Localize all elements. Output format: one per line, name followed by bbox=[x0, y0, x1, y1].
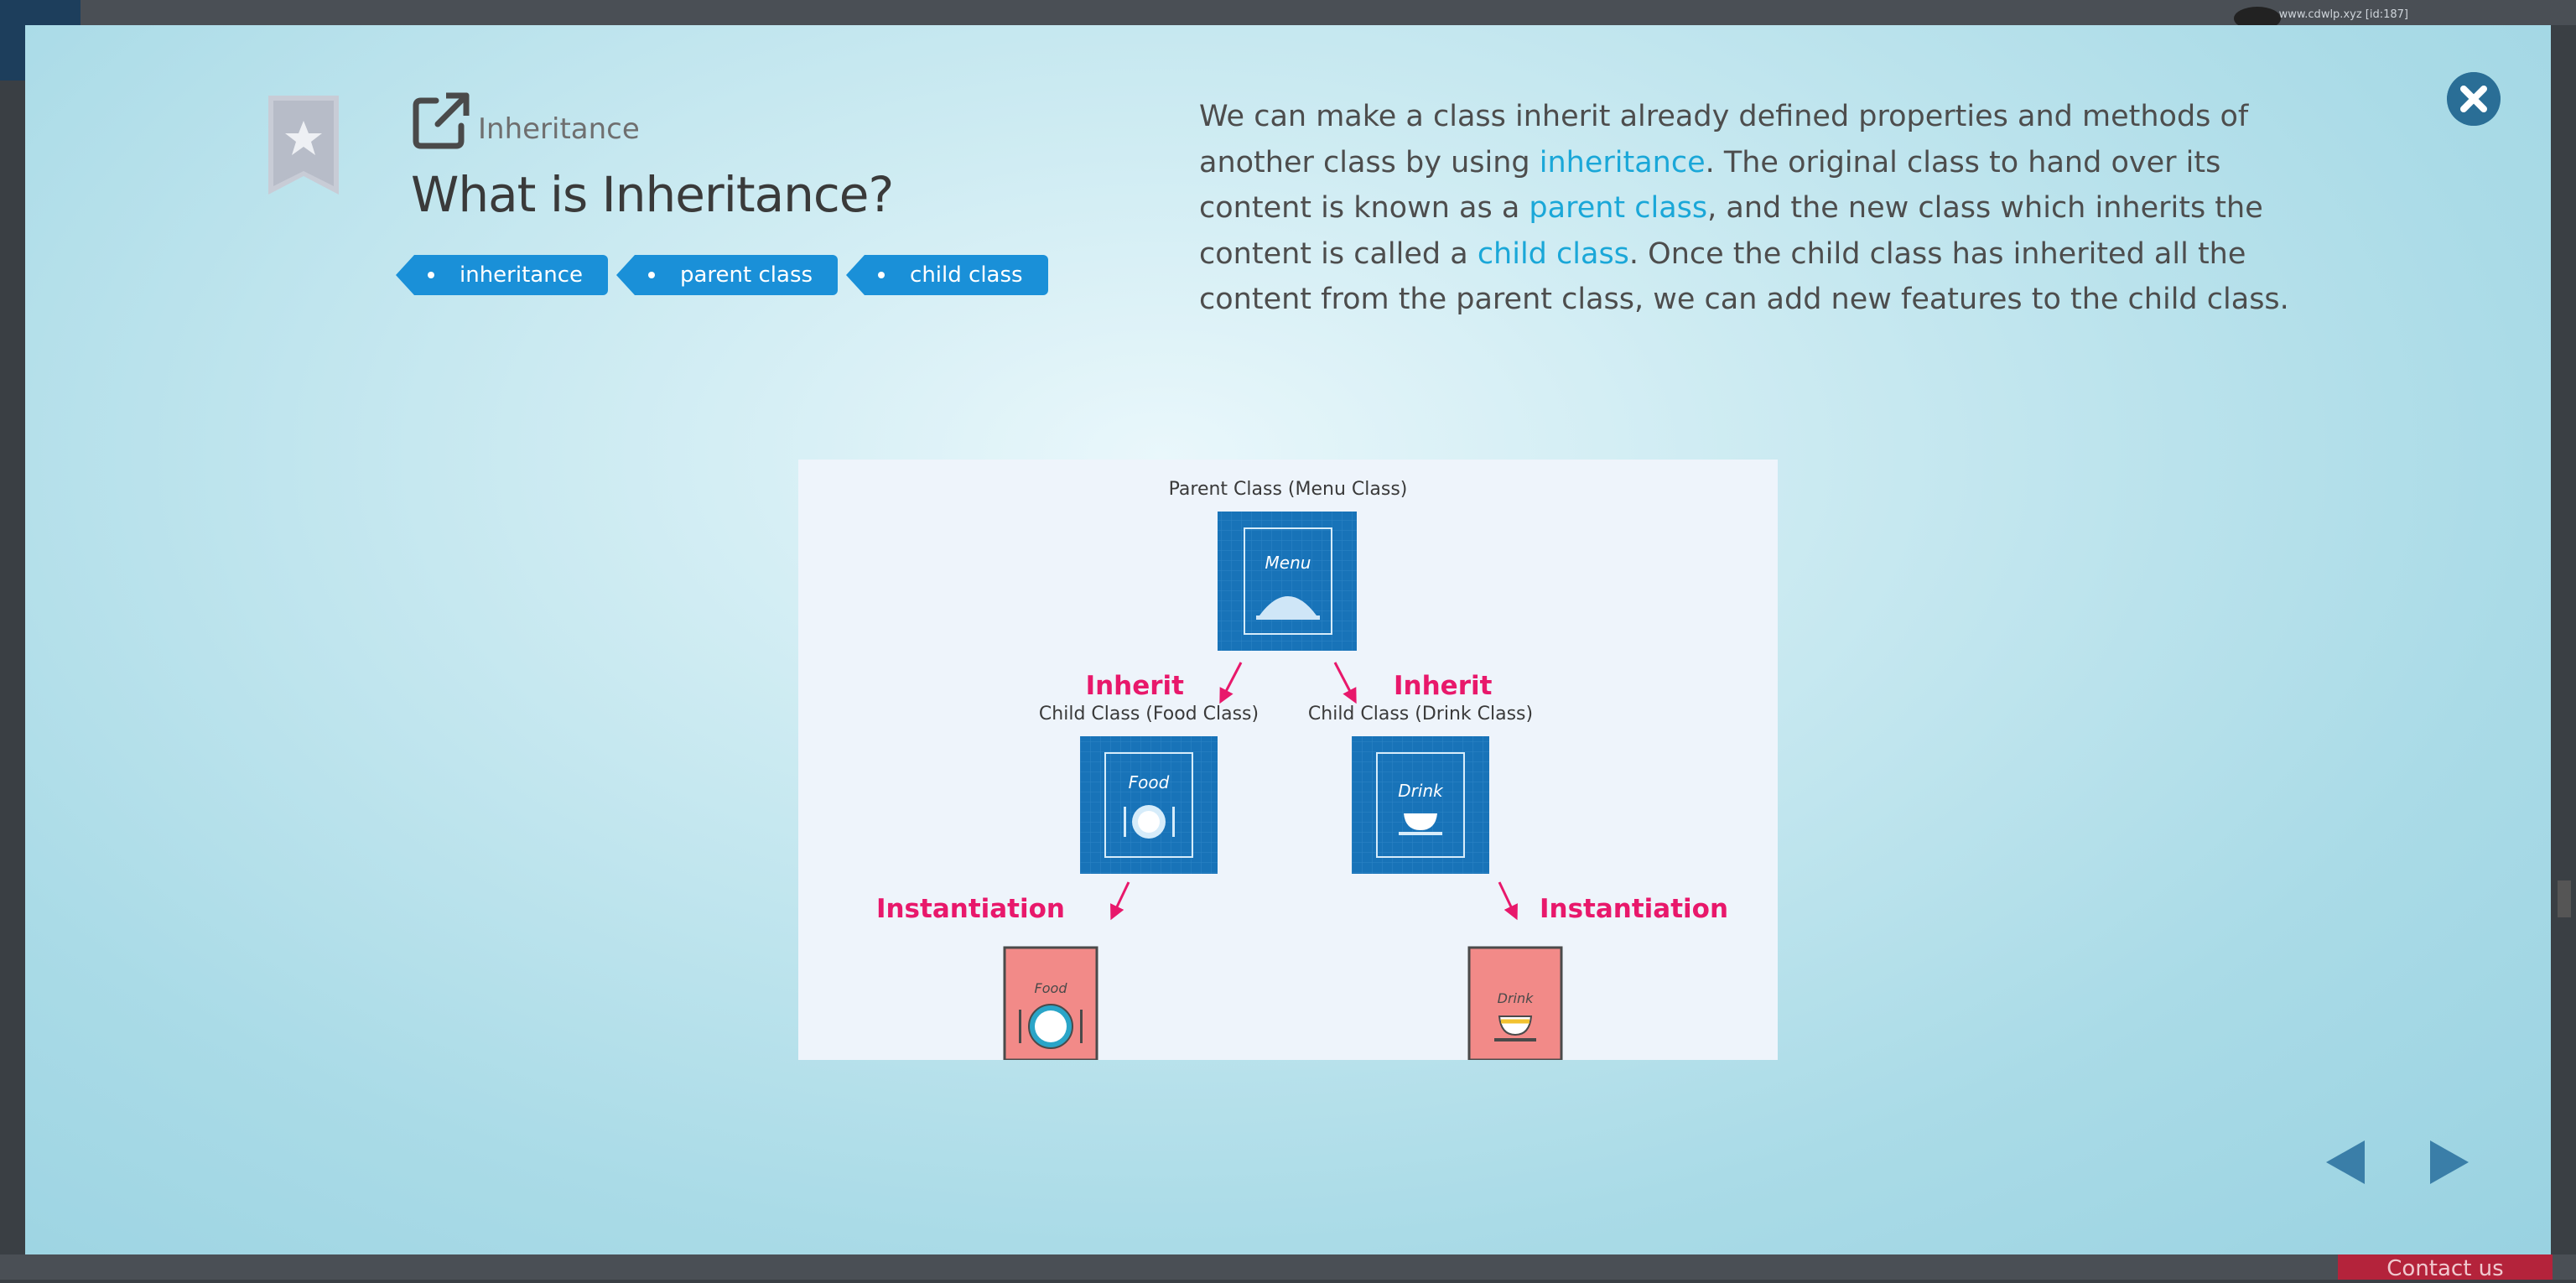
link-inheritance[interactable]: inheritance bbox=[1540, 146, 1706, 179]
bookmark-icon[interactable] bbox=[268, 96, 339, 195]
link-parent-class[interactable]: parent class bbox=[1529, 191, 1707, 225]
link-child-class[interactable]: child class bbox=[1478, 237, 1629, 271]
tag-list: inheritance parent class child class bbox=[396, 255, 1048, 295]
food-text: Food bbox=[1129, 772, 1170, 792]
parent-class-box: Menu bbox=[1218, 512, 1357, 651]
drink-instance-text: Drink bbox=[1498, 990, 1534, 1006]
background-footer bbox=[0, 1254, 2576, 1280]
description-text: We can make a class inherit already defi… bbox=[1199, 94, 2306, 323]
menu-text: Menu bbox=[1265, 553, 1311, 573]
instantiation-arrow-left bbox=[1110, 881, 1130, 921]
tag-parent-class[interactable]: parent class bbox=[615, 255, 839, 295]
instantiation-label-left: Instantiation bbox=[876, 894, 1065, 924]
parent-class-label: Parent Class (Menu Class) bbox=[1169, 479, 1408, 500]
scrollbar[interactable] bbox=[2558, 880, 2571, 917]
child-drink-class-label: Child Class (Drink Class) bbox=[1308, 704, 1533, 725]
inheritance-diagram: Parent Class (Menu Class) Menu Inherit I… bbox=[798, 460, 1778, 1060]
inherit-label-right: Inherit bbox=[1394, 671, 1493, 701]
close-icon[interactable] bbox=[2447, 72, 2501, 126]
food-instance-box: Food bbox=[1003, 946, 1098, 1060]
inherit-arrow-right bbox=[1333, 662, 1357, 704]
drink-text: Drink bbox=[1398, 781, 1444, 801]
drink-instance-box: Drink bbox=[1467, 946, 1563, 1060]
page-title: What is Inheritance? bbox=[411, 166, 894, 223]
external-link-icon[interactable] bbox=[411, 91, 471, 151]
topic-label: Inheritance bbox=[478, 112, 640, 146]
child-food-class-box: Food bbox=[1080, 736, 1218, 874]
background-header bbox=[0, 0, 2576, 25]
contact-button[interactable]: Contact us bbox=[2338, 1254, 2553, 1281]
inherit-label-left: Inherit bbox=[1086, 671, 1185, 701]
next-arrow-icon[interactable] bbox=[2430, 1140, 2469, 1184]
tag-inheritance[interactable]: inheritance bbox=[396, 255, 608, 295]
food-instance-text: Food bbox=[1035, 980, 1068, 996]
instantiation-label-right: Instantiation bbox=[1540, 894, 1728, 924]
child-food-class-label: Child Class (Food Class) bbox=[1039, 704, 1259, 725]
inherit-arrow-left bbox=[1219, 662, 1243, 704]
previous-arrow-icon[interactable] bbox=[2326, 1140, 2365, 1184]
child-drink-class-box: Drink bbox=[1352, 736, 1489, 874]
tag-child-class[interactable]: child class bbox=[846, 255, 1048, 295]
user-info: www.cdwlp.xyz [id:187] bbox=[2278, 8, 2408, 21]
lesson-modal: Inheritance What is Inheritance? inherit… bbox=[25, 25, 2551, 1254]
instantiation-arrow-right bbox=[1498, 881, 1518, 921]
